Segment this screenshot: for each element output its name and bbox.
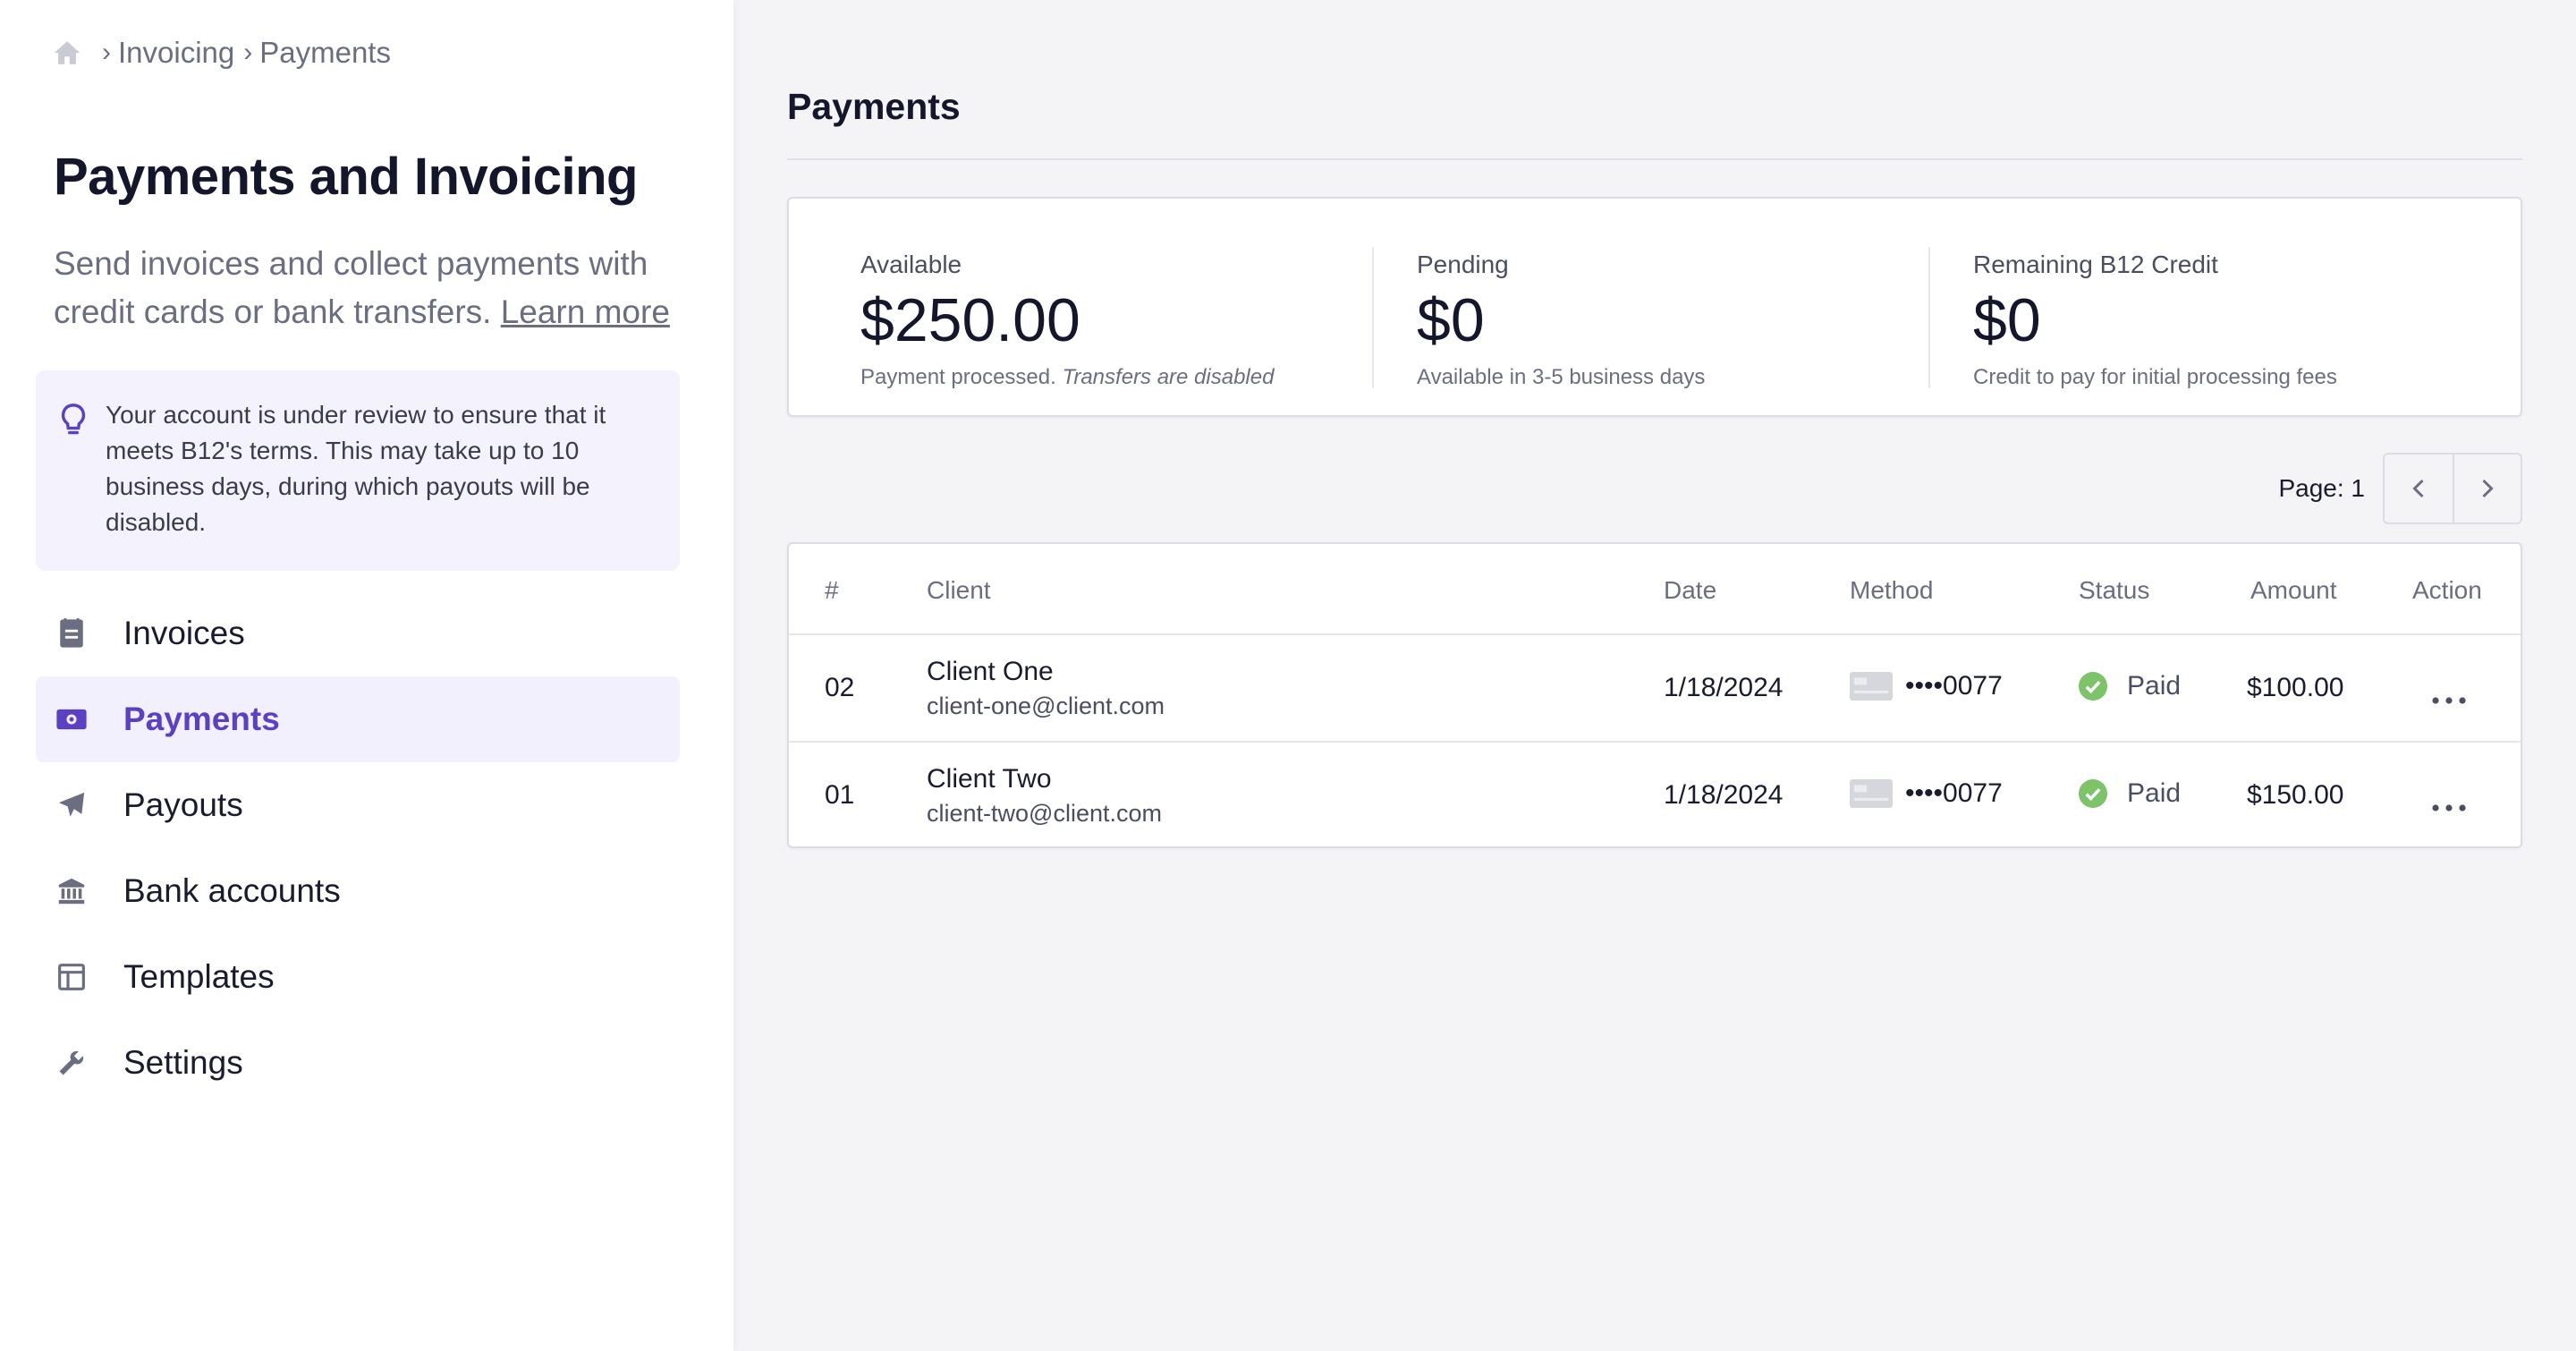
sidebar-item-payments[interactable]: Payments [36,676,680,762]
chevron-right-icon [2482,479,2494,498]
more-horizontal-icon [2432,697,2466,704]
stat-subtext-main: Payment processed. [860,365,1056,389]
breadcrumb-separator: › [102,38,111,67]
stat-remaining-credit: Remaining B12 Credit $0 Credit to pay fo… [1973,251,2337,390]
card-last-four: ••••0077 [1905,778,2003,808]
payment-date: 1/18/2024 [1664,780,1784,810]
lightbulb-icon [61,404,86,435]
stat-available: Available $250.00 Payment processed. Tra… [860,251,1274,390]
client-name: Client One [927,657,1054,686]
sidebar-item-payouts[interactable]: Payouts [36,762,680,848]
column-header-client: Client [927,576,991,604]
status-text: Paid [2127,671,2182,701]
credit-card-icon [1850,779,1893,808]
stat-divider [1928,247,1930,388]
balance-summary-card: Available $250.00 Payment processed. Tra… [787,197,2522,417]
column-header-method: Method [1850,576,1934,604]
sidebar-item-label: Settings [123,1044,243,1081]
table-row[interactable]: 01 Client Two client-two@client.com 1/18… [789,741,2521,846]
template-icon [55,961,88,993]
next-page-button[interactable] [2453,455,2521,523]
row-actions-button[interactable] [2431,682,2467,712]
sidebar-description: Send invoices and collect payments with … [54,240,680,336]
column-header-status: Status [2079,576,2150,604]
paper-plane-icon [55,789,88,821]
pagination: Page: 1 [2278,453,2522,524]
breadcrumb-separator: › [243,38,253,67]
sidebar-nav: Invoices Payments Payouts Bank accounts … [36,591,680,1106]
breadcrumb-invoicing[interactable]: Invoicing [118,36,234,70]
column-header-action: Action [2412,576,2482,604]
page-title: Payments [787,86,961,127]
stat-subtext: Available in 3-5 business days [1417,365,1706,389]
chevron-left-icon [2412,479,2424,498]
sidebar-title: Payments and Invoicing [54,148,638,206]
stat-divider [1372,247,1374,388]
client-email: client-two@client.com [927,800,1162,827]
sidebar-item-label: Invoices [123,615,245,651]
notice-text: Your account is under review to ensure t… [106,401,606,536]
row-number: 02 [825,673,855,702]
table-row[interactable]: 02 Client One client-one@client.com 1/18… [789,635,2521,741]
row-number: 01 [825,780,855,810]
sidebar-item-label: Payments [123,701,280,737]
payments-table: # Client Date Method Status Amount Actio… [787,542,2522,848]
credit-card-icon [1850,672,1893,701]
client-email: client-one@client.com [927,692,1165,719]
pagination-buttons [2383,453,2522,524]
row-actions-button[interactable] [2431,789,2467,820]
invoice-icon [55,617,88,650]
sidebar-item-templates[interactable]: Templates [36,934,680,1020]
sidebar-item-bank-accounts[interactable]: Bank accounts [36,848,680,934]
sidebar: › Invoicing › Payments Payments and Invo… [0,0,733,1351]
stat-value: $0 [1417,286,1485,354]
column-header-number: # [825,576,839,604]
stat-pending: Pending $0 Available in 3-5 business day… [1417,251,1705,390]
client-name: Client Two [927,764,1052,794]
stat-subtext: Payment processed. Transfers are disable… [860,365,1274,390]
page-indicator: Page: 1 [2278,474,2365,502]
sidebar-item-invoices[interactable]: Invoices [36,591,680,676]
payment-method: ••••0077 [1850,778,2003,809]
prev-page-button[interactable] [2385,455,2453,523]
stat-value: $0 [1973,286,2041,354]
sidebar-item-label: Bank accounts [123,872,341,909]
column-header-date: Date [1664,576,1717,604]
status-badge: Paid [2079,671,2181,701]
status-text: Paid [2127,778,2182,808]
sidebar-item-label: Payouts [123,786,243,823]
stat-label: Remaining B12 Credit [1973,251,2218,278]
payment-method: ••••0077 [1850,671,2003,701]
stat-subtext-emphasis: Transfers are disabled [1062,365,1275,389]
column-header-amount: Amount [2250,576,2337,604]
table-header: # Client Date Method Status Amount Actio… [789,544,2521,635]
breadcrumb: › Invoicing › Payments [52,36,391,70]
title-divider [787,158,2522,160]
wrench-icon [55,1047,88,1079]
payments-icon [55,703,88,735]
account-review-notice: Your account is under review to ensure t… [36,370,680,571]
learn-more-link[interactable]: Learn more [501,293,670,330]
card-last-four: ••••0077 [1905,671,2003,701]
breadcrumb-payments[interactable]: Payments [259,36,391,70]
more-horizontal-icon [2432,804,2466,811]
bank-icon [55,875,88,907]
stat-value: $250.00 [860,286,1080,354]
payment-date: 1/18/2024 [1664,673,1784,702]
stat-subtext: Credit to pay for initial processing fee… [1973,365,2337,389]
status-badge: Paid [2079,778,2181,809]
sidebar-item-settings[interactable]: Settings [36,1020,680,1106]
stat-label: Available [860,251,962,278]
stat-label: Pending [1417,251,1509,278]
payment-amount: $100.00 [2247,673,2344,702]
check-circle-icon [2079,779,2107,808]
check-circle-icon [2079,672,2107,701]
payment-amount: $150.00 [2247,780,2344,810]
sidebar-item-label: Templates [123,958,275,995]
home-icon[interactable] [52,38,82,68]
